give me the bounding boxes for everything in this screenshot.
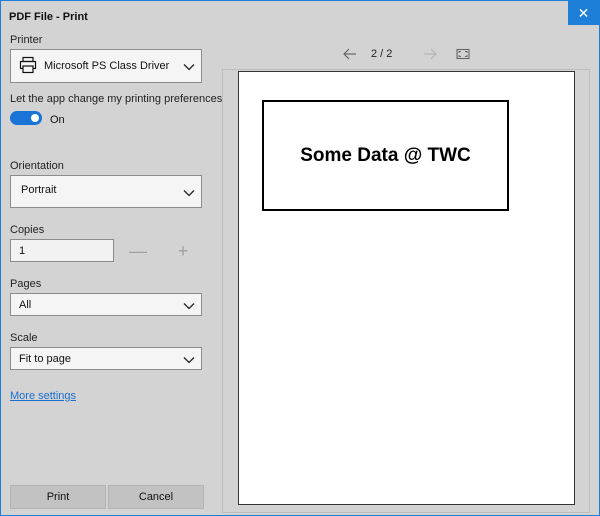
next-page-button[interactable] (421, 45, 439, 63)
pages-label: Pages (10, 278, 42, 290)
orientation-value: Portrait (21, 184, 57, 196)
title-bar: PDF File - Print ✕ (1, 1, 599, 33)
fit-page-button[interactable] (454, 45, 472, 63)
chevron-down-icon (183, 190, 195, 197)
chevron-down-icon (183, 303, 195, 310)
close-icon: ✕ (577, 4, 590, 21)
cancel-button[interactable]: Cancel (108, 485, 204, 509)
decrement-button[interactable]: — (128, 241, 148, 261)
scale-label: Scale (10, 332, 38, 344)
print-button[interactable]: Print (10, 485, 106, 509)
toggle-state-label: On (50, 114, 65, 126)
page-indicator: 2 / 2 (371, 48, 393, 60)
printer-dropdown[interactable]: Microsoft PS Class Driver (10, 49, 202, 83)
copies-label: Copies (10, 224, 45, 236)
arrow-right-icon (424, 48, 437, 60)
scale-value: Fit to page (19, 353, 71, 365)
arrow-left-icon (343, 48, 356, 60)
toggle-knob (31, 114, 39, 122)
preview-page: Some Data @ TWC (238, 71, 575, 505)
pages-dropdown[interactable]: All (10, 293, 202, 316)
copies-value: 1 (19, 245, 26, 257)
previous-page-button[interactable] (341, 45, 359, 63)
preferences-toggle[interactable] (10, 111, 42, 125)
content-text: Some Data @ TWC (300, 144, 471, 166)
preferences-label: Let the app change my printing preferenc… (10, 93, 223, 105)
scale-dropdown[interactable]: Fit to page (10, 347, 202, 370)
copies-input[interactable]: 1 (10, 239, 114, 262)
orientation-dropdown[interactable]: Portrait (10, 175, 202, 208)
orientation-label: Orientation (10, 160, 64, 172)
more-settings-link[interactable]: More settings (10, 390, 76, 402)
minus-icon: — (129, 240, 147, 261)
print-button-label: Print (46, 491, 70, 503)
print-dialog: PDF File - Print ✕ Printer Microsoft PS … (0, 0, 600, 516)
printer-value: Microsoft PS Class Driver (44, 60, 170, 72)
cancel-button-label: Cancel (138, 491, 174, 503)
pages-value: All (19, 299, 32, 311)
printer-label: Printer (10, 34, 43, 46)
chevron-down-icon (183, 357, 195, 364)
close-button[interactable]: ✕ (568, 1, 599, 25)
chevron-down-icon (183, 64, 195, 71)
increment-button[interactable]: + (173, 241, 193, 261)
printer-icon (19, 56, 37, 74)
content-box: Some Data @ TWC (262, 100, 509, 211)
window-title: PDF File - Print (9, 11, 88, 23)
fit-page-icon (456, 48, 470, 60)
plus-icon: + (177, 240, 189, 261)
